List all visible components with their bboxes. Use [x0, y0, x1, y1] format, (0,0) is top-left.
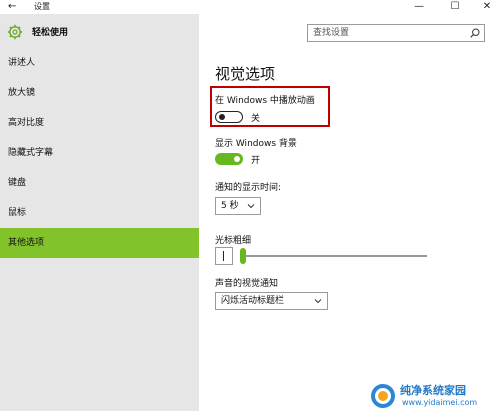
background-state: 开 [251, 156, 261, 166]
maximize-button[interactable]: ☐ [440, 0, 470, 14]
notification-time-value: 5 秒 [221, 201, 239, 211]
visual-notification-label: 声音的视觉通知 [215, 279, 279, 289]
sidebar-item-other-options[interactable]: 其他选项 [0, 228, 199, 258]
sidebar-item-closed-captions[interactable]: 隐藏式字幕 [0, 138, 199, 168]
main-panel: 查找设置 视觉选项 在 Windows 中播放动画 关 显示 Windows 背… [199, 14, 500, 411]
search-icon [470, 28, 480, 38]
cursor-thickness-slider[interactable] [241, 255, 427, 257]
watermark-logo-icon [371, 384, 395, 408]
cursor-thickness-label: 光标粗细 [215, 236, 252, 246]
background-toggle[interactable] [215, 153, 243, 165]
animations-state: 关 [251, 114, 261, 124]
sidebar-item-narrator[interactable]: 讲述人 [0, 48, 199, 78]
watermark: 纯净系统家园 www.yidaimei.com [370, 379, 500, 411]
chevron-down-icon [247, 204, 255, 209]
cursor-thickness-slider-thumb[interactable] [240, 248, 246, 264]
sidebar-item-keyboard[interactable]: 键盘 [0, 168, 199, 198]
notification-time-label: 通知的显示时间: [215, 183, 282, 193]
sidebar-item-high-contrast[interactable]: 高对比度 [0, 108, 199, 138]
cursor-preview-bar [223, 251, 224, 261]
sidebar-item-magnifier[interactable]: 放大镜 [0, 78, 199, 108]
watermark-name: 纯净系统家园 [400, 384, 466, 397]
page-title: 视觉选项 [215, 65, 276, 83]
toggle-knob [219, 114, 225, 120]
visual-notification-value: 闪烁活动标题栏 [221, 296, 285, 306]
sidebar-title: 轻松使用 [32, 28, 69, 38]
sidebar-item-mouse[interactable]: 鼠标 [0, 198, 199, 228]
back-button[interactable]: ← [8, 0, 16, 14]
close-button[interactable]: ✕ [472, 0, 500, 14]
minimize-button[interactable]: — [404, 0, 434, 14]
animations-toggle[interactable] [215, 111, 243, 123]
watermark-url: www.yidaimei.com [402, 398, 478, 407]
gear-icon [7, 24, 23, 40]
search-placeholder: 查找设置 [313, 28, 350, 38]
background-label: 显示 Windows 背景 [215, 139, 297, 149]
toggle-knob [234, 156, 240, 162]
visual-notification-select[interactable]: 闪烁活动标题栏 [215, 292, 328, 310]
notification-time-select[interactable]: 5 秒 [215, 197, 261, 215]
window-title: 设置 [34, 2, 50, 11]
cursor-thickness-preview [215, 247, 233, 265]
title-bar: ← 设置 — ☐ ✕ [0, 0, 500, 14]
animations-label: 在 Windows 中播放动画 [215, 96, 315, 106]
chevron-down-icon [314, 299, 322, 304]
sidebar: 轻松使用 讲述人 放大镜 高对比度 隐藏式字幕 键盘 鼠标 其他选项 [0, 14, 199, 411]
search-input[interactable]: 查找设置 [307, 24, 485, 42]
